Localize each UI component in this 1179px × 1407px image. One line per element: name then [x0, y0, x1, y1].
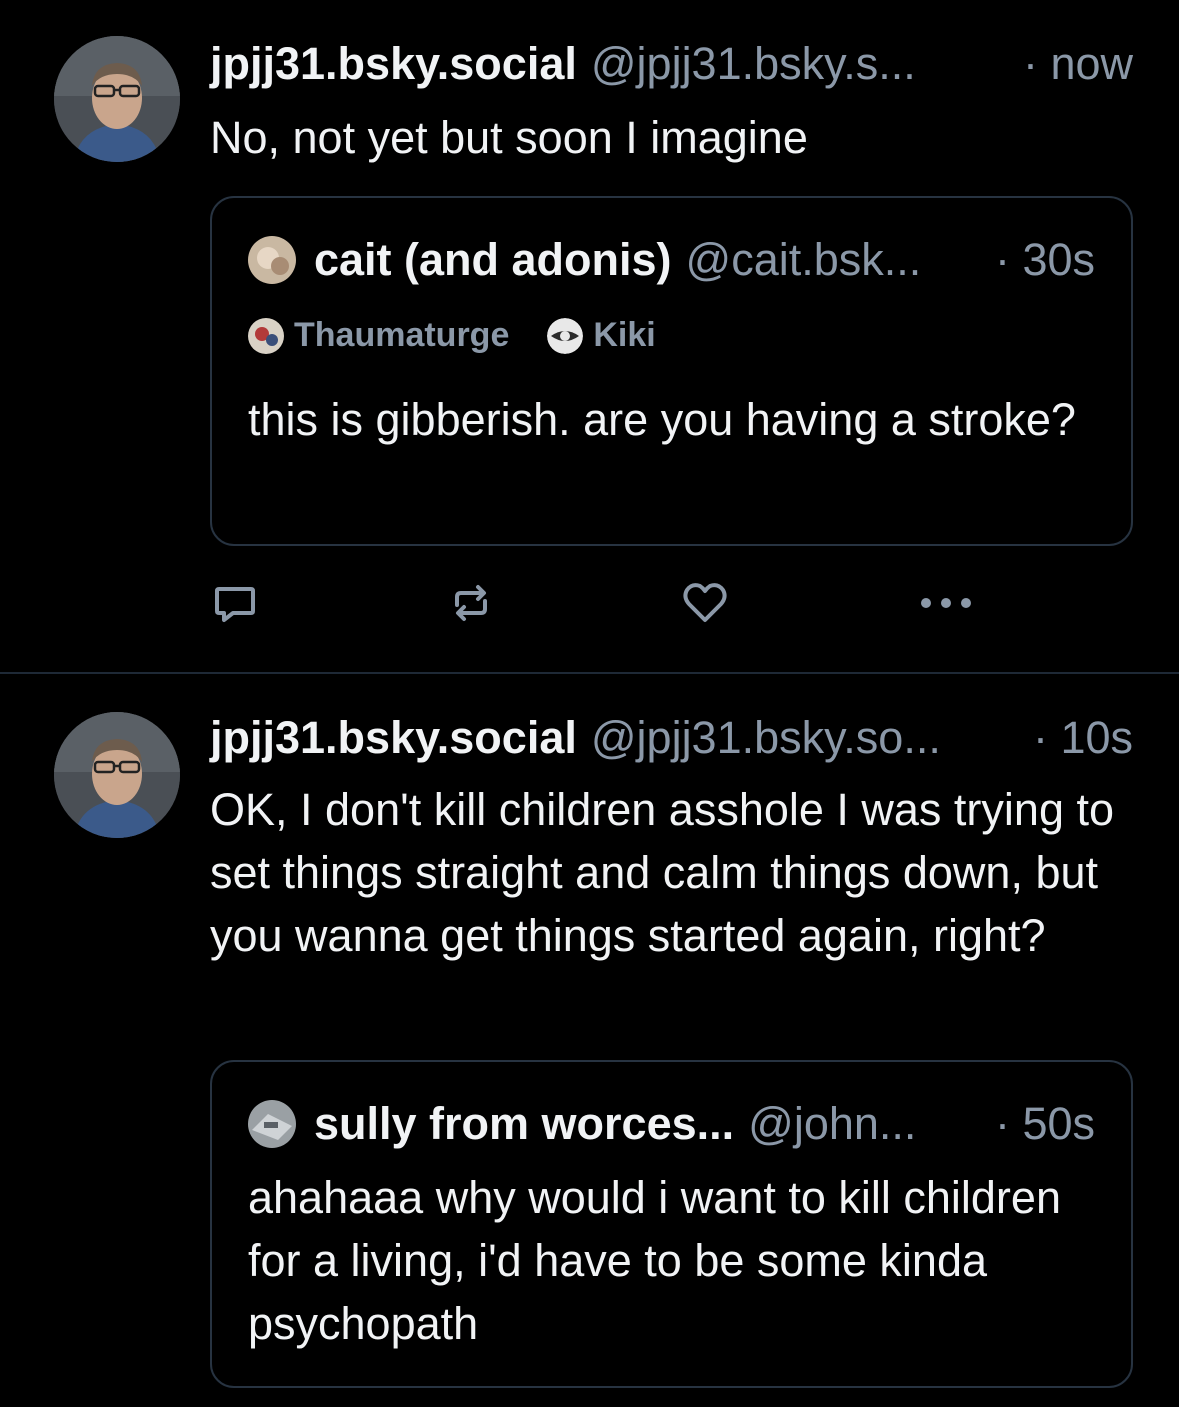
author-avatar[interactable]	[54, 712, 180, 838]
post[interactable]: jpjj31.bsky.social @jpjj31.bsky.so... · …	[0, 674, 1179, 1407]
quoted-author-handle: @john...	[748, 1098, 917, 1149]
quoted-post-text: this is gibberish. are you having a stro…	[248, 394, 1076, 445]
quoted-author-display-name: sully from worces...	[314, 1098, 735, 1149]
post-header: jpjj31.bsky.social @jpjj31.bsky.s... · n…	[210, 36, 1133, 92]
more-options-button[interactable]	[918, 578, 974, 628]
post-actions	[210, 578, 990, 628]
quoted-author-display-name: cait (and adonis)	[314, 234, 672, 285]
post[interactable]: jpjj31.bsky.social @jpjj31.bsky.s... · n…	[0, 0, 1179, 672]
quoted-author-avatar	[248, 1100, 296, 1148]
quoted-post-header: cait (and adonis) @cait.bsk... · 30s	[248, 232, 1095, 288]
repost-icon	[455, 585, 487, 621]
labeler-avatar-icon	[248, 317, 284, 354]
quoted-post-header: sully from worces... @john... · 50s	[248, 1096, 1095, 1152]
post-timestamp[interactable]: · now	[1023, 36, 1133, 92]
post-content: jpjj31.bsky.social @jpjj31.bsky.s... · n…	[210, 36, 1133, 169]
quoted-post[interactable]: sully from worces... @john... · 50s ahah…	[210, 1060, 1133, 1388]
post-content: jpjj31.bsky.social @jpjj31.bsky.so... · …	[210, 710, 1133, 967]
quoted-author-handle: @cait.bsk...	[685, 234, 922, 285]
quoted-post-timestamp: · 30s	[994, 234, 1095, 285]
quoted-post-timestamp: · 50s	[994, 1098, 1095, 1149]
post-header: jpjj31.bsky.social @jpjj31.bsky.so... · …	[210, 710, 1133, 766]
post-text: OK, I don't kill children asshole I was …	[210, 784, 1114, 961]
labeler-avatar-icon	[547, 317, 584, 354]
author-avatar[interactable]	[54, 36, 180, 162]
label-kiki[interactable]: Kiki	[547, 316, 656, 355]
author-display-name[interactable]: jpjj31.bsky.social	[210, 710, 577, 766]
reply-icon	[215, 587, 255, 622]
post-timestamp[interactable]: · 10s	[1033, 710, 1133, 766]
more-icon	[921, 598, 971, 608]
author-display-name[interactable]: jpjj31.bsky.social	[210, 36, 577, 92]
author-handle[interactable]: @jpjj31.bsky.s...	[591, 36, 1011, 92]
like-button[interactable]	[680, 578, 730, 628]
reply-button[interactable]	[210, 578, 260, 628]
quoted-post-text: ahahaaa why would i want to kill childre…	[248, 1172, 1061, 1349]
label-name: Thaumaturge	[294, 316, 510, 354]
quoted-post[interactable]: cait (and adonis) @cait.bsk... · 30s Tha…	[210, 196, 1133, 546]
quoted-author-avatar	[248, 236, 296, 284]
repost-button[interactable]	[446, 578, 496, 628]
label-name: Kiki	[593, 316, 656, 354]
moderation-labels: Thaumaturge Kiki	[248, 316, 694, 355]
post-text: No, not yet but soon I imagine	[210, 112, 808, 163]
heart-icon	[683, 583, 727, 622]
label-thaumaturge[interactable]: Thaumaturge	[248, 316, 509, 355]
author-handle[interactable]: @jpjj31.bsky.so...	[591, 710, 1021, 766]
